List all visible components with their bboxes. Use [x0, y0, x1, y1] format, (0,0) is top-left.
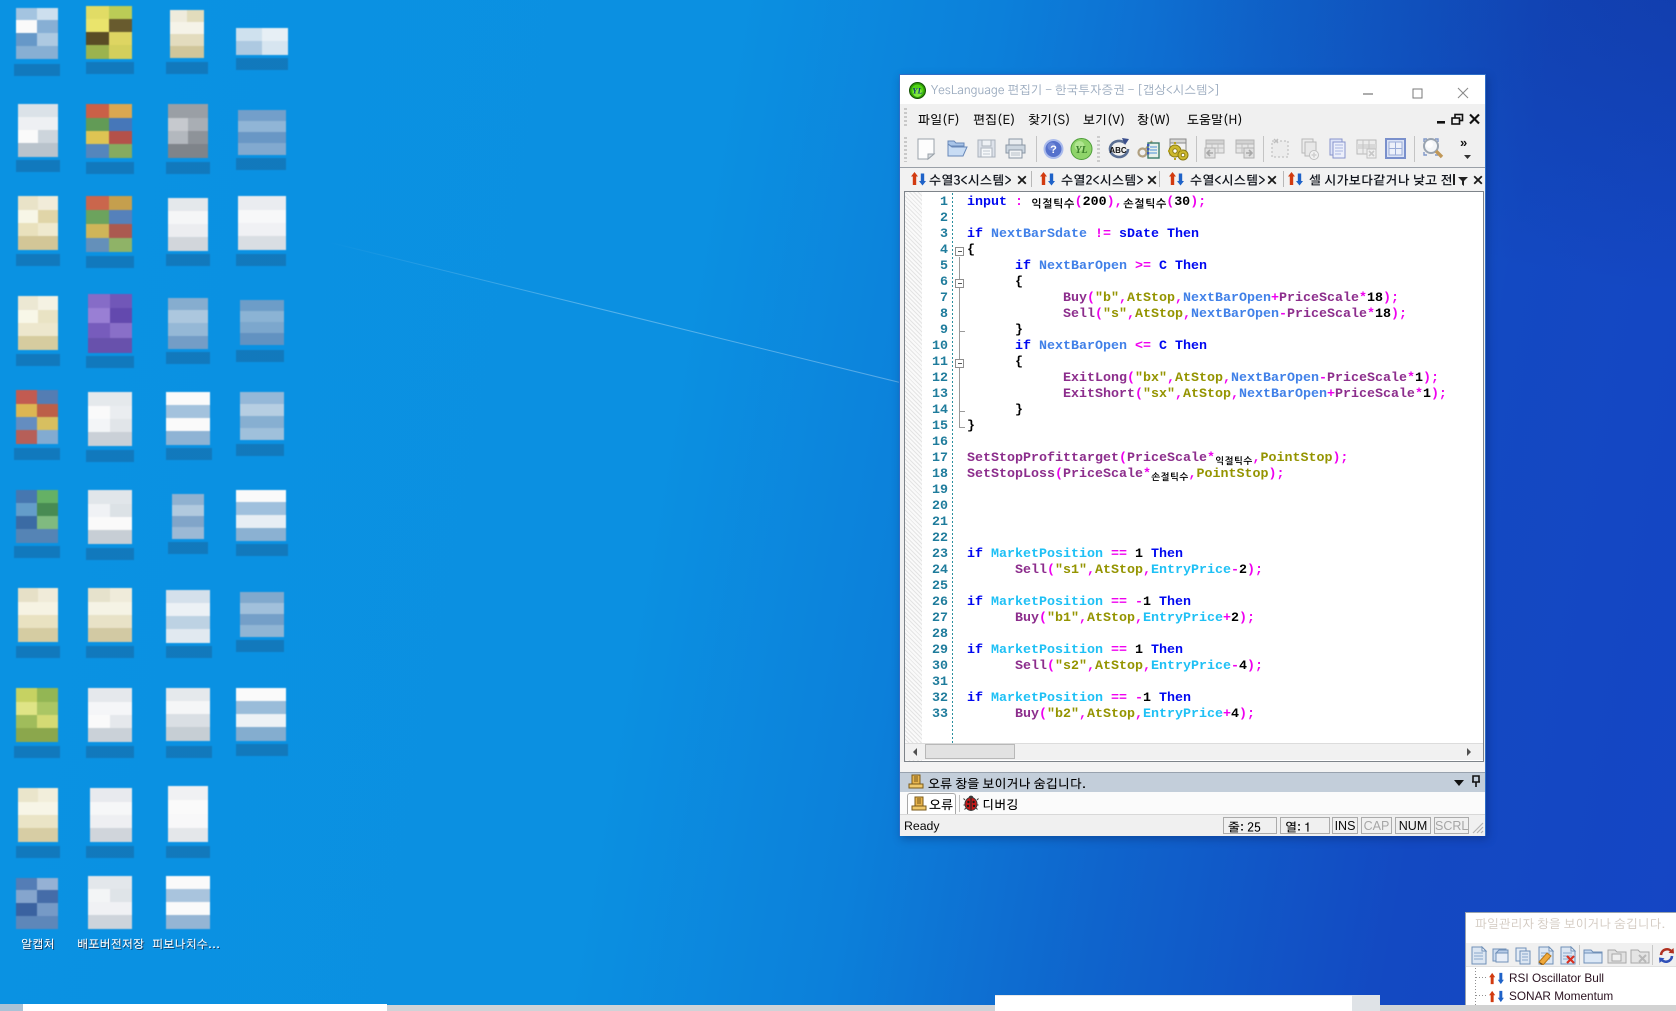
- svg-text:YL: YL: [1075, 145, 1087, 156]
- svg-text:ABC: ABC: [1109, 146, 1127, 155]
- svg-text:?: ?: [1050, 144, 1057, 156]
- svg-text:YL: YL: [912, 86, 922, 96]
